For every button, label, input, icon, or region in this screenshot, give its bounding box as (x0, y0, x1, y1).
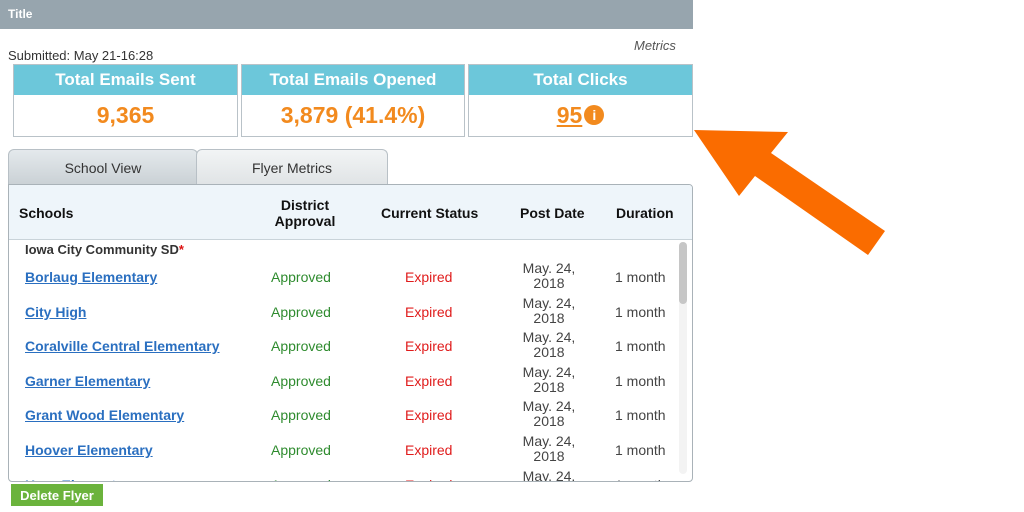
stat-label: Total Emails Opened (242, 65, 464, 95)
tab-flyer-metrics[interactable]: Flyer Metrics (196, 149, 388, 186)
post-date-line1: May. 24, (522, 467, 576, 482)
post-date-line1: May. 24, (522, 433, 576, 449)
stat-value-container: 95 i (469, 95, 692, 135)
post-date-line1: May. 24, (522, 329, 576, 346)
table-row: Grant Wood Elementary Approved Expired May.… (9, 398, 681, 432)
current-status: Expired (405, 269, 453, 285)
table-row: City High Approved Expired May. 24, 2018 1 mo… (9, 295, 681, 329)
duration: 1 month (615, 442, 666, 458)
current-status: Expired (405, 338, 453, 355)
current-status: Expired (405, 442, 453, 458)
stat-card-emails-opened: Total Emails Opened 3,879 (41.4%) (241, 64, 465, 137)
delete-flyer-button[interactable]: Delete Flyer (11, 484, 103, 506)
clicks-value-link[interactable]: 95 (557, 102, 583, 128)
post-date-line2: 2018 (533, 275, 565, 291)
stat-value: 3,879 (41.4%) (280, 102, 426, 128)
arrow-icon (694, 130, 885, 255)
post-date: May. 24,2018 (514, 261, 584, 291)
stat-card-total-clicks: Total Clicks 95 i (468, 64, 693, 137)
school-link[interactable]: City High (25, 304, 86, 320)
current-status: Expired (405, 303, 453, 320)
post-date: May. 24,2018 (514, 467, 584, 482)
duration: 1 month (615, 338, 666, 355)
post-date: May. 24,2018 (514, 294, 584, 326)
current-status: Expired (405, 372, 453, 389)
required-marker: * (178, 242, 184, 257)
approval-status: Approved (271, 407, 331, 424)
post-date-line2: 2018 (533, 413, 565, 430)
submitted-timestamp: Submitted: May 21-16:28 (8, 48, 154, 63)
post-date-line2: 2018 (533, 448, 565, 464)
stat-label: Total Emails Sent (14, 65, 237, 95)
column-header-duration: Duration (616, 205, 674, 221)
district-name: Iowa City Community SD (25, 242, 179, 257)
duration: 1 month (615, 372, 666, 389)
title-bar: Title (0, 0, 693, 29)
post-date: May. 24,2018 (514, 399, 584, 429)
post-date-line2: 2018 (533, 309, 565, 326)
school-link[interactable]: Horn Elementary (25, 477, 137, 481)
duration: 1 month (615, 477, 666, 481)
column-header-status: Current Status (381, 205, 479, 221)
table-row: Borlaug Elementary Approved Expired May. 24… (9, 260, 681, 294)
school-table: Schools District Approval Current Status… (8, 184, 693, 482)
table-row: Garner Elementary Approved Expired May. 24,… (9, 364, 681, 398)
current-status: Expired (405, 407, 453, 424)
post-date: May. 24,2018 (514, 363, 584, 395)
stat-card-emails-sent: Total Emails Sent 9,365 (13, 64, 238, 137)
approval-status: Approved (271, 372, 331, 389)
scrollbar-thumb[interactable] (679, 242, 687, 304)
approval-status: Approved (271, 303, 331, 320)
duration: 1 month (615, 269, 666, 285)
district-group-label: Iowa City Community SD* (25, 242, 184, 257)
school-link[interactable]: Garner Elementary (25, 373, 150, 389)
post-date-line1: May. 24, (522, 294, 576, 311)
school-link[interactable]: Grant Wood Elementary (25, 407, 184, 423)
post-date-line2: 2018 (533, 344, 565, 361)
table-header: Schools District Approval Current Status… (9, 185, 692, 240)
page-title: Title (8, 7, 33, 21)
column-header-schools: Schools (19, 205, 74, 221)
current-status: Expired (405, 477, 452, 481)
post-date-line1: May. 24, (522, 260, 576, 276)
metrics-link[interactable]: Metrics (634, 38, 676, 53)
column-header-post-date: Post Date (520, 205, 585, 221)
stat-value: 9,365 (96, 102, 155, 128)
approval-status: Approved (271, 338, 331, 355)
info-icon[interactable]: i (584, 105, 605, 125)
school-link[interactable]: Coralville Central Elementary (25, 338, 220, 354)
table-row: Hoover Elementary Approved Expired May. 24,… (9, 433, 681, 467)
post-date-line1: May. 24, (522, 363, 576, 380)
post-date-line1: May. 24, (522, 398, 576, 415)
post-date-line2: 2018 (533, 378, 565, 395)
column-header-approval: District Approval (274, 197, 336, 229)
table-scrollbar[interactable] (679, 242, 687, 474)
school-link[interactable]: Hoover Elementary (25, 442, 153, 458)
stat-label: Total Clicks (469, 65, 692, 95)
duration: 1 month (615, 303, 666, 320)
table-row: Coralville Central Elementary Approved Exp… (9, 329, 681, 363)
duration: 1 month (615, 407, 666, 424)
post-date: May. 24,2018 (514, 330, 584, 360)
tab-school-view[interactable]: School View (8, 149, 198, 186)
table-row: Horn Elementary Approved Expired May. 24,20… (9, 467, 681, 482)
approval-status: Approved (271, 477, 331, 481)
school-link[interactable]: Borlaug Elementary (25, 269, 157, 285)
approval-status: Approved (271, 442, 331, 458)
post-date: May. 24,2018 (514, 434, 584, 464)
approval-status: Approved (271, 269, 331, 285)
